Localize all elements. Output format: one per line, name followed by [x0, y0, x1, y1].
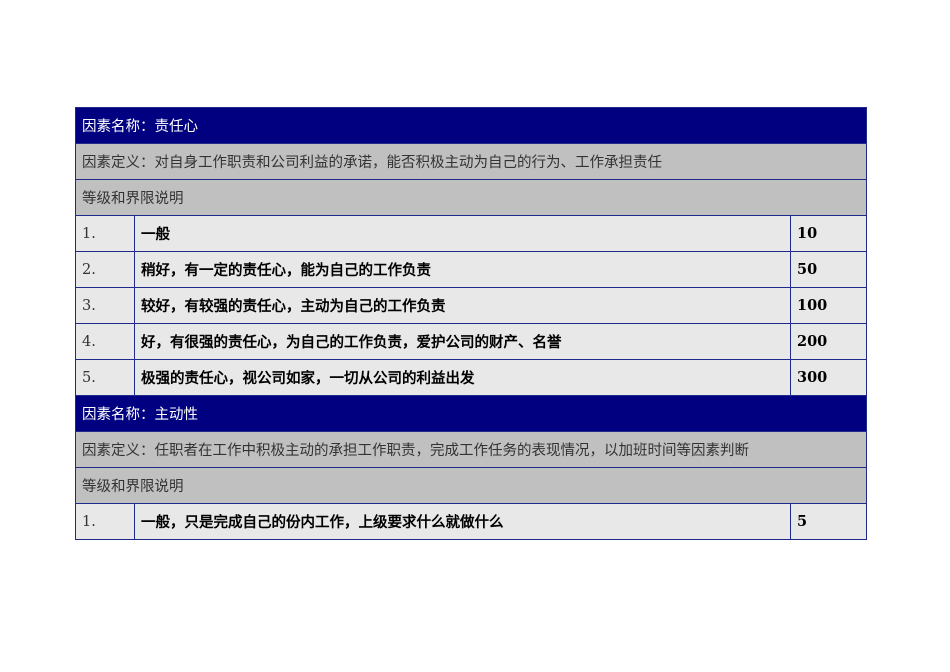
- level-row: 2. 稍好，有一定的责任心，能为自己的工作负责 50: [75, 251, 867, 288]
- level-number: 4.: [75, 323, 135, 360]
- level-description: 较好，有较强的责任心，主动为自己的工作负责: [134, 287, 791, 324]
- factor-definition: 因素定义：任职者在工作中积极主动的承担工作职责，完成工作任务的表现情况，以加班时…: [75, 431, 867, 468]
- level-row: 1. 一般，只是完成自己的份内工作，上级要求什么就做什么 5: [75, 503, 867, 540]
- factor-name: 因素名称：责任心: [75, 107, 867, 144]
- level-scope-row: 等级和界限说明: [75, 467, 867, 504]
- level-description: 极强的责任心，视公司如家，一切从公司的利益出发: [134, 359, 791, 396]
- level-score: 50: [790, 251, 867, 288]
- level-number: 5.: [75, 359, 135, 396]
- level-description: 好，有很强的责任心，为自己的工作负责，爱护公司的财产、名誉: [134, 323, 791, 360]
- factor-name-row: 因素名称：主动性: [75, 395, 867, 432]
- level-description: 一般，只是完成自己的份内工作，上级要求什么就做什么: [134, 503, 791, 540]
- factor-name: 因素名称：主动性: [75, 395, 867, 432]
- factor-definition: 因素定义：对自身工作职责和公司利益的承诺，能否积极主动为自己的行为、工作承担责任: [75, 143, 867, 180]
- level-description: 一般: [134, 215, 791, 252]
- level-scope-row: 等级和界限说明: [75, 179, 867, 216]
- level-number: 1.: [75, 503, 135, 540]
- level-score: 300: [790, 359, 867, 396]
- level-number: 1.: [75, 215, 135, 252]
- level-score: 5: [790, 503, 867, 540]
- level-row: 4. 好，有很强的责任心，为自己的工作负责，爱护公司的财产、名誉 200: [75, 323, 867, 360]
- factor-name-row: 因素名称：责任心: [75, 107, 867, 144]
- level-score: 200: [790, 323, 867, 360]
- level-row: 3. 较好，有较强的责任心，主动为自己的工作负责 100: [75, 287, 867, 324]
- level-score: 10: [790, 215, 867, 252]
- level-row: 1. 一般 10: [75, 215, 867, 252]
- level-row: 5. 极强的责任心，视公司如家，一切从公司的利益出发 300: [75, 359, 867, 396]
- level-description: 稍好，有一定的责任心，能为自己的工作负责: [134, 251, 791, 288]
- level-number: 2.: [75, 251, 135, 288]
- level-scope-label: 等级和界限说明: [75, 467, 867, 504]
- level-scope-label: 等级和界限说明: [75, 179, 867, 216]
- factor-definition-row: 因素定义：任职者在工作中积极主动的承担工作职责，完成工作任务的表现情况，以加班时…: [75, 431, 867, 468]
- factor-table: 因素名称：责任心 因素定义：对自身工作职责和公司利益的承诺，能否积极主动为自己的…: [75, 107, 867, 540]
- level-score: 100: [790, 287, 867, 324]
- factor-definition-row: 因素定义：对自身工作职责和公司利益的承诺，能否积极主动为自己的行为、工作承担责任: [75, 143, 867, 180]
- level-number: 3.: [75, 287, 135, 324]
